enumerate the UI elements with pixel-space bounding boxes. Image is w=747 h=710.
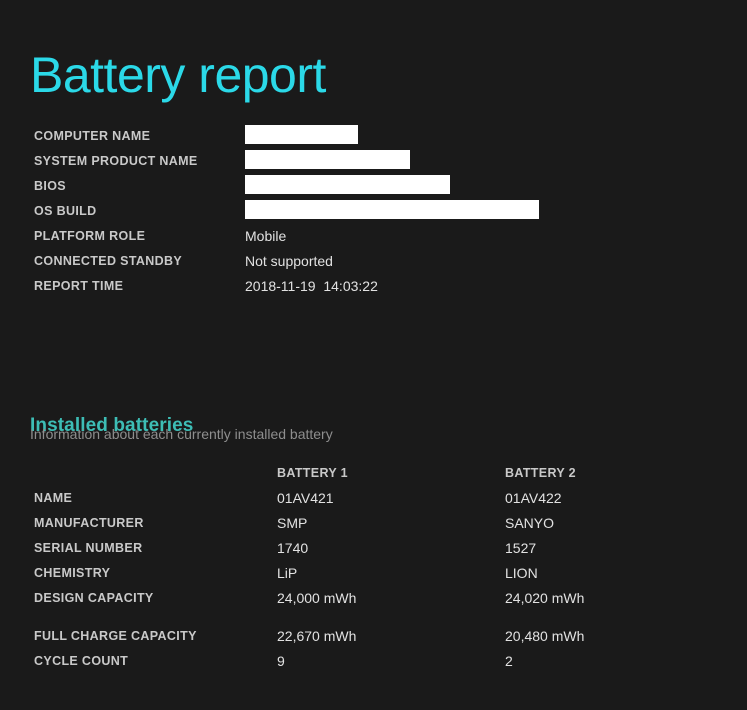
battery-cell-value: 24,000 mWh — [277, 590, 357, 606]
table-row: FULL CHARGE CAPACITY 22,670 mWh 20,480 mWh — [34, 627, 724, 652]
summary-label: BIOS — [34, 179, 66, 193]
battery-cell-value: LION — [505, 565, 538, 581]
battery-column-header: BATTERY 2 — [505, 466, 576, 480]
battery-cell-value: LiP — [277, 565, 298, 581]
table-row: DESIGN CAPACITY 24,000 mWh 24,020 mWh — [34, 589, 724, 614]
battery-cell-value: SANYO — [505, 515, 555, 531]
table-row: CYCLE COUNT 9 2 — [34, 652, 724, 677]
summary-label: SYSTEM PRODUCT NAME — [34, 154, 198, 168]
page-title: Battery report — [30, 46, 326, 103]
summary-value: Mobile — [245, 228, 287, 244]
summary-label: COMPUTER NAME — [34, 129, 151, 143]
battery-cell-value: 24,020 mWh — [505, 590, 585, 606]
battery-cell-value: SMP — [277, 515, 308, 531]
summary-row: OS BUILD — [34, 200, 714, 227]
installed-batteries-table: BATTERY 1 BATTERY 2 NAME 01AV421 01AV422 MANU… — [34, 464, 724, 677]
summary-label: CONNECTED STANDBY — [34, 254, 183, 268]
table-row: CHEMISTRY LiP LION — [34, 564, 724, 589]
table-row: MANUFACTURER SMP SANYO — [34, 514, 724, 539]
battery-row-label: FULL CHARGE CAPACITY — [34, 629, 197, 643]
summary-label: REPORT TIME — [34, 279, 124, 293]
battery-row-label: SERIAL NUMBER — [34, 541, 143, 555]
summary-row: PLATFORM ROLE Mobile — [34, 227, 714, 252]
summary-value: Not supported — [245, 253, 333, 269]
battery-cell-value: 22,670 mWh — [277, 628, 357, 644]
battery-cell-value: 2 — [505, 653, 513, 669]
battery-row-label: MANUFACTURER — [34, 516, 144, 530]
battery-cell-value: 1527 — [505, 540, 537, 556]
redacted-value-bar — [245, 150, 410, 169]
system-summary-table: COMPUTER NAME SYSTEM PRODUCT NAME BIOS OS B… — [34, 125, 714, 302]
summary-value: 2018-11-19 14:03:22 — [245, 278, 378, 294]
battery-table-header-row: BATTERY 1 BATTERY 2 — [34, 464, 724, 489]
battery-row-label: NAME — [34, 491, 73, 505]
battery-row-label: CHEMISTRY — [34, 566, 111, 580]
installed-batteries-subtitle: Information about each currently install… — [30, 426, 333, 442]
summary-label: OS BUILD — [34, 204, 97, 218]
table-row: NAME 01AV421 01AV422 — [34, 489, 724, 514]
battery-row-label: CYCLE COUNT — [34, 654, 129, 668]
battery-cell-value: 01AV422 — [505, 490, 562, 506]
summary-row: BIOS — [34, 175, 714, 202]
battery-row-label: DESIGN CAPACITY — [34, 591, 154, 605]
redacted-value-bar — [245, 175, 450, 194]
summary-row: COMPUTER NAME — [34, 125, 714, 152]
summary-label: PLATFORM ROLE — [34, 229, 146, 243]
summary-row: REPORT TIME 2018-11-19 14:03:22 — [34, 277, 714, 302]
summary-row: SYSTEM PRODUCT NAME — [34, 150, 714, 177]
battery-cell-value: 01AV421 — [277, 490, 334, 506]
battery-cell-value: 9 — [277, 653, 285, 669]
summary-row: CONNECTED STANDBY Not supported — [34, 252, 714, 277]
table-row: SERIAL NUMBER 1740 1527 — [34, 539, 724, 564]
battery-cell-value: 20,480 mWh — [505, 628, 585, 644]
battery-cell-value: 1740 — [277, 540, 309, 556]
battery-column-header: BATTERY 1 — [277, 466, 348, 480]
redacted-value-bar — [245, 200, 539, 219]
redacted-value-bar — [245, 125, 358, 144]
